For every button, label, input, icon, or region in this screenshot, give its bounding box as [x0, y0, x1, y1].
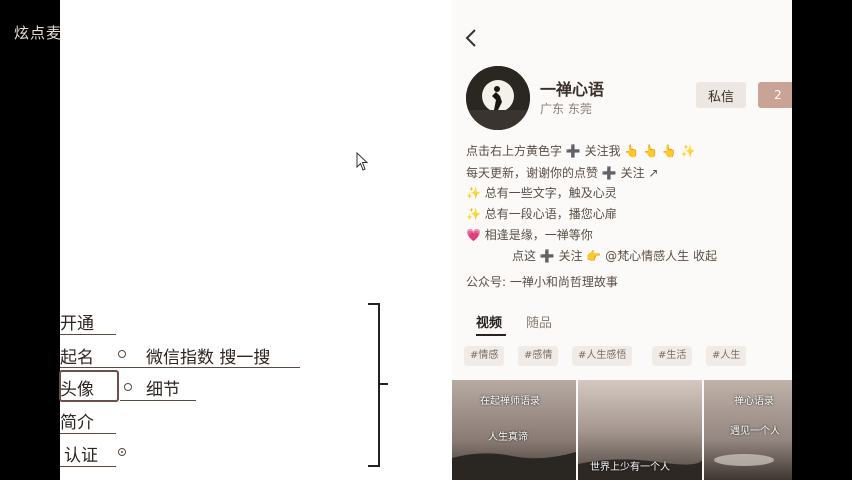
mindmap-item-label: 开通	[60, 314, 94, 334]
video-thumbnail[interactable]: 在起禅师语录 人生真谛	[452, 380, 576, 480]
avatar-image	[466, 66, 530, 130]
cursor-arrow-icon	[356, 152, 369, 171]
bio-line: 💗 相逢是缘，一禅等你	[466, 228, 593, 242]
watermark-text: 炫点麦	[14, 24, 63, 42]
thumbnail-caption-bottom: 遇见一个人	[730, 426, 780, 437]
bio-line-link[interactable]: 点这 ➕ 关注 👉 @梵心情感人生 收起	[512, 247, 717, 264]
mindmap-underline	[60, 433, 116, 434]
profile-panel: 一禅心语 广东 东莞 私信 2 点击右上方黄色字 ➕ 关注我 👆 👆 👆 ✨ 每…	[452, 0, 792, 480]
thumbnail-caption-top: 在起禅师语录	[480, 396, 540, 407]
video-thumbnail[interactable]: 禅心语录 遇见一个人	[704, 380, 792, 480]
whiteboard-canvas[interactable]: 开通 起名 微信指数 搜一搜 头像 细节 简介 认证	[59, 0, 452, 480]
tab-other[interactable]: 随品	[526, 312, 552, 331]
mindmap-item-label: 认证	[64, 446, 98, 466]
mindmap-item-verify[interactable]: 认证	[64, 441, 98, 466]
mindmap-item-label: 简介	[60, 413, 94, 433]
topic-tag[interactable]: #人生	[706, 346, 747, 366]
message-button[interactable]: 私信	[696, 82, 746, 108]
active-tab-indicator	[476, 334, 506, 336]
mindmap-underline	[60, 367, 300, 368]
mindmap-underline	[60, 466, 116, 467]
left-black-band	[0, 0, 60, 480]
mindmap-item-intro[interactable]: 简介	[60, 408, 94, 433]
topic-tag[interactable]: #生活	[652, 346, 693, 366]
mindmap-connector-dot	[124, 383, 132, 391]
avatar[interactable]	[466, 66, 530, 130]
content-tabs: 视频 随品	[466, 310, 786, 340]
mindmap-item-label: 起名	[60, 348, 94, 368]
thumbnail-caption-bottom: 人生真谛	[488, 432, 528, 443]
mindmap-note-naming[interactable]: 微信指数 搜一搜	[146, 343, 270, 368]
mindmap-underline	[120, 400, 196, 401]
topic-tag[interactable]: #情感	[464, 346, 505, 366]
topic-tag[interactable]: #人生感悟	[572, 346, 633, 366]
topic-tag[interactable]: #感情	[518, 346, 559, 366]
mindmap-note-avatar[interactable]: 细节	[146, 375, 180, 400]
tab-videos[interactable]: 视频	[476, 312, 502, 331]
mindmap-item-avatar[interactable]: 头像	[60, 375, 94, 400]
mindmap-connector-dot	[118, 448, 126, 456]
bio-line: ✨ 总有一段心语，播您心扉	[466, 207, 617, 221]
mindmap-item-open[interactable]: 开通	[60, 309, 94, 334]
mindmap-item-label: 头像	[60, 380, 94, 400]
mindmap-note-label: 细节	[146, 380, 180, 400]
bio-line: 点击右上方黄色字 ➕ 关注我 👆 👆 👆 ✨	[466, 144, 696, 158]
profile-username: 一禅心语	[540, 80, 605, 99]
thumbnail-caption-top: 禅心语录	[734, 396, 774, 407]
right-black-band	[792, 0, 852, 480]
profile-location: 广东 东莞	[540, 102, 592, 116]
video-thumbnail[interactable]: 世界上少有一个人	[578, 380, 702, 480]
thumbnail-caption-bottom: 世界上少有一个人	[590, 462, 670, 473]
follow-button[interactable]: 2	[758, 82, 792, 108]
bio-line: ✨ 总有一些文字，触及心灵	[466, 186, 617, 200]
bio-line: 每天更新，谢谢你的点赞 ➕ 关注 ↗	[466, 166, 659, 180]
back-chevron-icon[interactable]	[464, 28, 478, 48]
mindmap-bracket-tick	[380, 383, 388, 385]
bio-public-account: 公众号: 一禅小和尚哲理故事	[466, 275, 618, 289]
mindmap-note-label: 微信指数 搜一搜	[146, 348, 271, 368]
mindmap-connector-dot	[118, 350, 126, 358]
mindmap-item-naming[interactable]: 起名	[60, 343, 94, 368]
mindmap-bracket	[368, 303, 380, 467]
mindmap-underline	[60, 334, 116, 335]
